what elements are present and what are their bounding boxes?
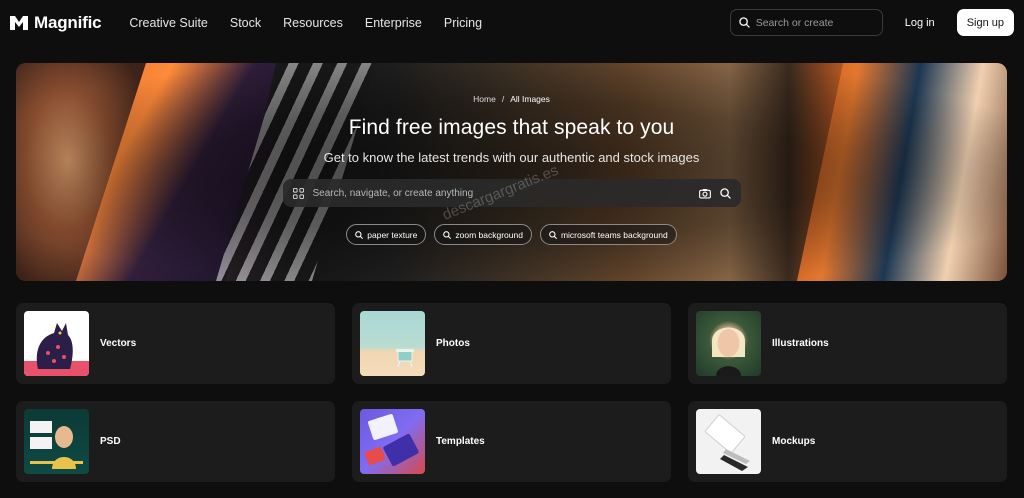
category-card-psd[interactable]: PSD bbox=[16, 401, 335, 482]
chip-paper-texture[interactable]: paper texture bbox=[346, 224, 427, 245]
category-label: Templates bbox=[436, 436, 485, 447]
party-flyer-icon bbox=[24, 409, 89, 474]
nav-pricing[interactable]: Pricing bbox=[444, 16, 482, 30]
category-card-photos[interactable]: Photos bbox=[352, 303, 671, 384]
category-card-vectors[interactable]: Vectors bbox=[16, 303, 335, 384]
suggestion-chips: paper texture zoom background microsoft … bbox=[346, 224, 677, 245]
chip-microsoft-teams-background[interactable]: microsoft teams background bbox=[539, 224, 677, 245]
magnific-logo-icon bbox=[10, 15, 28, 30]
top-header: Magnific Creative Suite Stock Resources … bbox=[0, 0, 1024, 45]
nav-creative-suite[interactable]: Creative Suite bbox=[129, 16, 208, 30]
template-cards-icon bbox=[360, 409, 425, 474]
brand-logo[interactable]: Magnific bbox=[10, 12, 102, 33]
chip-zoom-background[interactable]: zoom background bbox=[434, 224, 532, 245]
main-nav: Creative Suite Stock Resources Enterpris… bbox=[129, 16, 482, 30]
grid-apps-icon[interactable] bbox=[292, 187, 304, 199]
category-card-mockups[interactable]: Mockups bbox=[688, 401, 1007, 482]
search-icon bbox=[549, 230, 557, 239]
chip-label: microsoft teams background bbox=[560, 229, 668, 240]
category-label: Vectors bbox=[100, 338, 137, 349]
brand-name: Magnific bbox=[34, 12, 102, 32]
chip-label: zoom background bbox=[455, 229, 523, 240]
header-actions: Log in Sign up bbox=[729, 9, 1014, 36]
category-label: Photos bbox=[436, 338, 470, 349]
camera-icon[interactable] bbox=[698, 188, 711, 199]
header-search-box[interactable] bbox=[729, 9, 883, 36]
page-subtitle: Get to know the latest trends with our a… bbox=[323, 150, 700, 165]
nav-stock[interactable]: Stock bbox=[230, 16, 261, 30]
category-label: PSD bbox=[100, 436, 121, 447]
page-title: Find free images that speak to you bbox=[348, 116, 675, 139]
hero-content: Home / All Images Find free images that … bbox=[16, 63, 1007, 281]
chip-label: paper texture bbox=[367, 229, 418, 240]
login-button[interactable]: Log in bbox=[893, 17, 947, 29]
category-grid: Vectors Photos Illustrations PSD Templat… bbox=[16, 303, 1007, 482]
search-icon bbox=[443, 230, 452, 239]
nav-resources[interactable]: Resources bbox=[283, 16, 343, 30]
breadcrumb-home[interactable]: Home bbox=[473, 94, 496, 104]
category-label: Illustrations bbox=[772, 338, 829, 349]
signup-button[interactable]: Sign up bbox=[956, 9, 1014, 36]
category-card-illustrations[interactable]: Illustrations bbox=[688, 303, 1007, 384]
hero-banner: Home / All Images Find free images that … bbox=[16, 63, 1007, 281]
category-label: Mockups bbox=[772, 436, 816, 447]
search-icon bbox=[738, 17, 750, 28]
breadcrumb-current: All Images bbox=[510, 94, 550, 104]
beach-lifeguard-tower-icon bbox=[360, 311, 425, 376]
woman-portrait-icon bbox=[696, 311, 761, 376]
nav-enterprise[interactable]: Enterprise bbox=[365, 16, 422, 30]
business-card-mockup-icon bbox=[696, 409, 761, 474]
leopard-vector-icon bbox=[24, 311, 89, 376]
header-search-input[interactable] bbox=[755, 16, 866, 29]
search-icon[interactable] bbox=[719, 187, 731, 199]
category-card-templates[interactable]: Templates bbox=[352, 401, 671, 482]
breadcrumb: Home / All Images bbox=[473, 94, 550, 104]
search-icon bbox=[355, 230, 364, 239]
breadcrumb-separator: / bbox=[501, 94, 505, 104]
